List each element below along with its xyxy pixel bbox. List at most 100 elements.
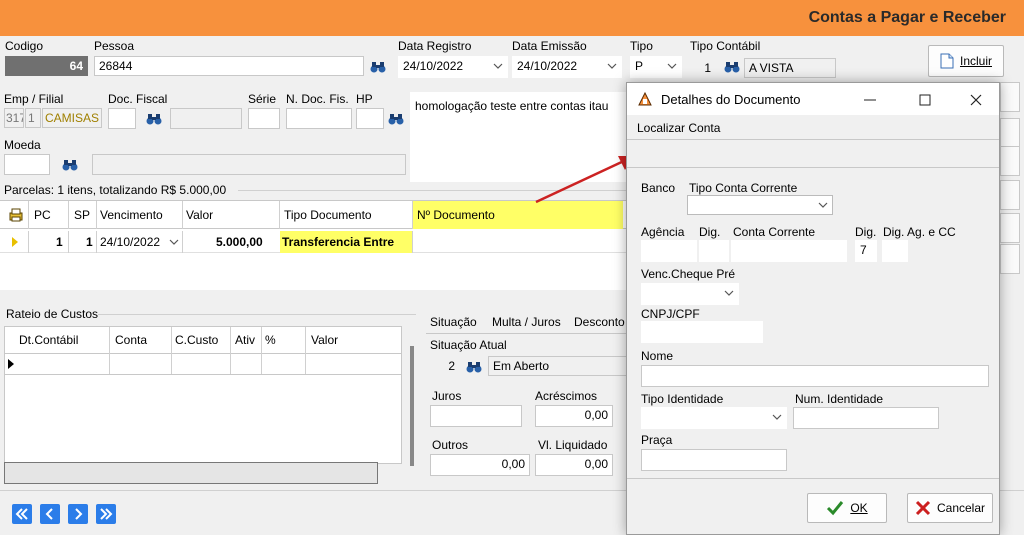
col-conta: Conta [115,333,148,347]
doc-fiscal-search-icon[interactable] [146,112,162,126]
chevron-right-icon [75,508,83,520]
praca-label: Praça [641,433,673,447]
num-identidade-label: Num. Identidade [795,392,884,406]
juros-field[interactable] [430,405,522,427]
prev-record-button[interactable] [40,504,60,524]
dig-ag-cc-field[interactable] [882,240,908,262]
col-dt-contabil: Dt.Contábil [19,333,79,347]
dig-field[interactable] [699,240,729,262]
rateio-grid[interactable]: Dt.Contábil Conta C.Custo Ativ % Valor [4,326,402,464]
maximize-icon[interactable] [918,93,932,107]
hp-field[interactable] [356,108,384,129]
close-icon[interactable] [969,93,983,107]
printer-icon[interactable] [8,207,24,223]
dialog-section-title: Localizar Conta [637,121,721,135]
nome-field[interactable] [641,365,989,387]
rateio-panel: Rateio de Custos Dt.Contábil Conta C.Cus… [0,302,420,488]
praca-field[interactable] [641,449,787,471]
doc-fiscal-desc-field [170,108,242,129]
doc-fiscal-field[interactable] [108,108,136,129]
data-registro-field[interactable]: 24/10/2022 [398,56,508,78]
dig-ag-cc-label: Dig. Ag. e CC [883,225,956,239]
tipo-conta-select[interactable] [687,195,833,215]
situacao-value: Em Aberto [493,359,550,373]
minimize-icon[interactable] [863,93,877,107]
conta-corrente-field[interactable] [731,240,847,262]
row-indicator-icon [8,359,14,369]
cancelar-button[interactable]: Cancelar [907,493,993,523]
tab-situacao[interactable]: Situação [430,315,477,329]
dialog-title: Detalhes do Documento [661,92,801,107]
agencia-field[interactable] [641,240,697,262]
ok-button[interactable]: OK [807,493,887,523]
cnpj-field[interactable] [641,321,763,343]
dialog-titlebar: Detalhes do Documento [627,83,999,115]
n-doc-fis-label: N. Doc. Fis. [286,92,349,106]
cancelar-label: Cancelar [936,501,986,515]
pessoa-field[interactable]: 26844 [94,56,364,76]
observacao-value: homologação teste entre contas itau [415,99,609,113]
dialog-content: Banco Tipo Conta Corrente Agência Dig. C… [627,167,999,472]
col-sp: SP [74,208,91,222]
chevron-down-icon[interactable] [606,59,618,73]
acrescimos-field[interactable]: 0,00 [535,405,613,427]
filial-name-field: CAMISAS [42,108,102,128]
incluir-button[interactable]: Incluir [928,45,1004,77]
codigo-label: Codigo [5,39,44,53]
juros-label: Juros [432,389,462,403]
chevron-down-icon[interactable] [771,410,783,424]
tipo-contabil-search-icon[interactable] [724,60,740,74]
chevron-left-icon [45,508,53,520]
pessoa-search-icon[interactable] [370,60,386,74]
data-emissao-field[interactable]: 24/10/2022 [512,56,622,78]
col-ativ: Ativ [235,333,256,347]
col-valor: Valor [186,208,214,222]
chevron-down-icon[interactable] [723,286,735,300]
col-percent: % [265,333,276,347]
hp-search-icon[interactable] [388,112,404,126]
tab-desconto[interactable]: Desconto [574,315,625,329]
chevron-down-icon[interactable] [492,59,504,73]
last-record-button[interactable] [96,504,116,524]
chevron-down-icon[interactable] [817,198,829,212]
row-pc: 1 [56,235,63,249]
checkmark-icon [827,501,844,516]
row-sp: 1 [86,235,93,249]
vl-liquido-field[interactable]: 0,00 [535,454,613,476]
tipo-contabil-code-field[interactable]: 1 [690,58,716,77]
tipo-conta-label: Tipo Conta Corrente [689,181,798,195]
moeda-label: Moeda [4,138,41,152]
outros-field[interactable]: 0,00 [430,454,530,476]
tipo-identidade-select[interactable] [641,407,787,429]
moeda-field[interactable] [4,154,50,175]
tipo-value: P [635,59,644,73]
situacao-code-field[interactable]: 2 [430,356,460,376]
parcelas-summary: Parcelas: 1 itens, totalizando R$ 5.000,… [4,183,227,197]
table-row[interactable]: 1 1 24/10/2022 5.000,00 Transferencia En… [0,231,630,253]
n-doc-fis-field[interactable] [286,108,352,129]
tipo-select[interactable]: P [630,56,682,78]
vl-liquido-label: Vl. Liquidado [538,438,608,452]
codigo-field[interactable]: 64 [5,56,88,76]
conta-corrente-label: Conta Corrente [733,225,816,239]
num-identidade-field[interactable] [793,407,939,429]
dig2-field[interactable]: 7 [855,240,877,262]
parcelas-grid[interactable]: PC SP Vencimento Valor Tipo Documento Nº… [0,200,634,290]
tipo-contabil-name-field: A VISTA [744,58,836,78]
venc-cheque-field[interactable] [641,283,739,305]
hp-label: HP [356,92,373,106]
serie-field[interactable] [248,108,280,129]
annotation-arrow [535,156,634,204]
tab-multa-juros[interactable]: Multa / Juros [492,315,561,329]
rateio-splitter[interactable] [410,346,414,466]
chevron-down-icon[interactable] [666,59,678,73]
emp-field: 317 [4,108,24,128]
row-tipo-documento: Transferencia Entre [282,235,395,249]
data-emissao-label: Data Emissão [512,39,587,53]
moeda-search-icon[interactable] [62,158,78,172]
first-record-button[interactable] [12,504,32,524]
chevron-down-icon[interactable] [168,235,180,249]
situacao-search-icon[interactable] [466,360,482,374]
next-record-button[interactable] [68,504,88,524]
row-indicator-icon [12,237,18,247]
